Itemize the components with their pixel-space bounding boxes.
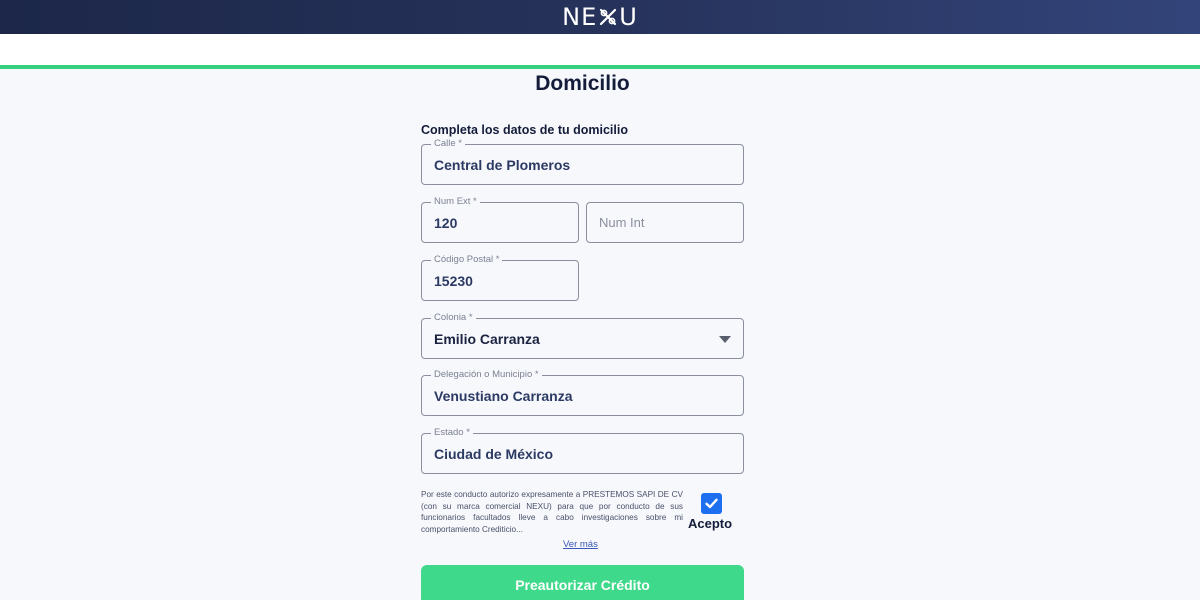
form-subtitle: Completa los datos de tu domicilio bbox=[421, 123, 628, 137]
num-int-field[interactable]: Num Int bbox=[586, 202, 744, 243]
estado-field[interactable]: Estado * Ciudad de México bbox=[421, 427, 744, 474]
colonia-value: Emilio Carranza bbox=[434, 330, 540, 347]
num-ext-value: 120 bbox=[434, 214, 458, 231]
logo-text-right: U bbox=[619, 3, 638, 31]
calle-value: Central de Plomeros bbox=[434, 156, 571, 173]
delegacion-field[interactable]: Delegación o Municipio * Venustiano Carr… bbox=[421, 369, 744, 416]
chevron-down-icon[interactable] bbox=[719, 335, 731, 343]
ver-mas-link[interactable]: Ver más bbox=[563, 539, 598, 550]
num-ext-field[interactable]: Num Ext * 120 bbox=[421, 196, 579, 243]
num-int-placeholder: Num Int bbox=[599, 215, 645, 230]
consent-checkbox[interactable] bbox=[701, 493, 722, 514]
nexu-logo[interactable]: NE U bbox=[562, 3, 638, 31]
sub-header-band bbox=[0, 34, 1200, 65]
logo-text-left: NE bbox=[562, 3, 598, 31]
delegacion-value: Venustiano Carranza bbox=[434, 387, 573, 404]
check-icon bbox=[705, 498, 718, 509]
consent-checkbox-label: Acepto bbox=[688, 516, 733, 531]
top-header-bar: NE U bbox=[0, 0, 1200, 34]
calle-field[interactable]: Calle * Central de Plomeros bbox=[421, 138, 744, 185]
preautorizar-credito-button[interactable]: Preautorizar Crédito bbox=[421, 565, 744, 600]
colonia-select[interactable]: Colonia * Emilio Carranza bbox=[421, 312, 744, 359]
consent-text: Por este conducto autorizo expresamente … bbox=[421, 490, 683, 534]
estado-value: Ciudad de México bbox=[434, 445, 554, 462]
codigo-postal-field[interactable]: Código Postal * 15230 bbox=[421, 254, 579, 301]
progress-accent-line bbox=[0, 65, 1200, 69]
page-title: Domicilio bbox=[535, 72, 630, 95]
nexu-x-mark-icon bbox=[600, 8, 617, 26]
codigo-postal-value: 15230 bbox=[434, 272, 473, 289]
